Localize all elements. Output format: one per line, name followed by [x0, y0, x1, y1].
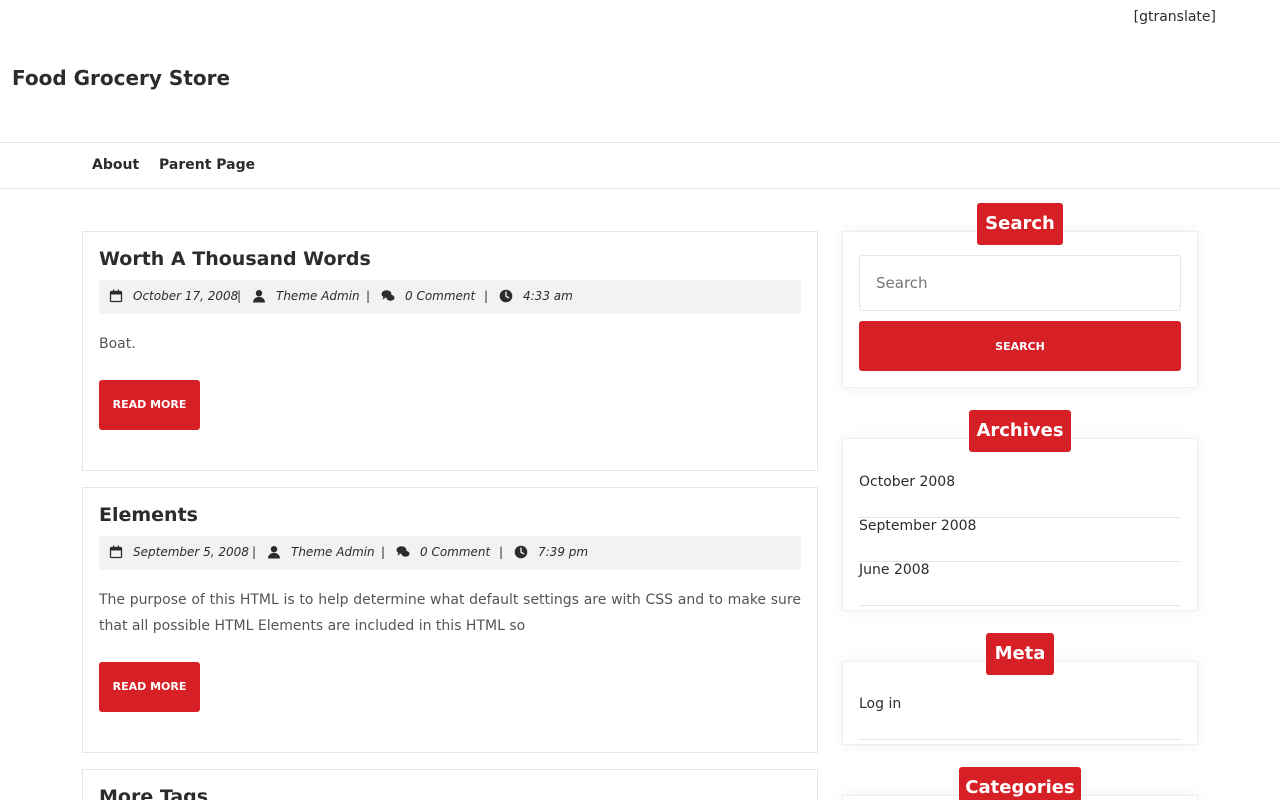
login-link[interactable]: Log in	[859, 696, 1181, 740]
archive-link-label: September 2008	[859, 518, 977, 534]
clock-icon	[499, 289, 513, 303]
main-navigation: About Parent Page	[0, 142, 1280, 189]
meta-separator: |	[381, 545, 386, 559]
nav-item-parent-page[interactable]: Parent Page	[159, 157, 255, 173]
post-comments-link[interactable]: 0 Comment	[396, 545, 490, 559]
archive-link-label: June 2008	[859, 562, 930, 578]
post-date-link[interactable]: October 17, 2008	[109, 289, 238, 303]
user-icon	[268, 546, 280, 559]
meta-separator: |	[366, 289, 371, 303]
post-title[interactable]: Worth A Thousand Words	[99, 248, 371, 270]
post-author-link[interactable]: Theme Admin	[267, 545, 375, 559]
comments-icon	[381, 290, 395, 301]
post-meta: September 5, 2008 | Theme Admin | 0 Comm…	[99, 536, 801, 570]
comments-icon	[396, 546, 410, 557]
post-date: October 17, 2008	[133, 289, 239, 303]
post-excerpt: Boat.	[99, 336, 136, 352]
post-card: More Tags	[82, 769, 818, 800]
search-input[interactable]	[859, 255, 1181, 311]
post-author: Theme Admin	[276, 289, 360, 303]
post-author: Theme Admin	[291, 545, 375, 559]
archive-link-label: October 2008	[859, 474, 956, 490]
meta-separator: |	[499, 545, 504, 559]
post-excerpt: The purpose of this HTML is to help dete…	[99, 592, 801, 634]
calendar-icon	[109, 289, 123, 303]
search-button[interactable]: SEARCH	[859, 321, 1181, 371]
post-comments: 0 Comment	[405, 289, 476, 303]
post-title[interactable]: More Tags	[99, 786, 208, 800]
post-comments: 0 Comment	[420, 545, 491, 559]
post-title[interactable]: Elements	[99, 504, 198, 526]
read-more-button[interactable]: READ MORE	[99, 380, 200, 430]
gtranslate-shortcode: [gtranslate]	[1133, 9, 1216, 25]
calendar-icon	[109, 545, 123, 559]
meta-separator: |	[252, 545, 257, 559]
post-meta: October 17, 2008 | Theme Admin | 0 Comme…	[99, 280, 801, 314]
widget-title-categories: Categories	[959, 767, 1081, 800]
widget-title-search: Search	[977, 203, 1063, 245]
post-date-link[interactable]: September 5, 2008	[109, 545, 249, 559]
post-time-link[interactable]: 7:39 pm	[514, 545, 588, 559]
post-card: Elements September 5, 2008 | Theme Admin…	[82, 487, 818, 753]
login-link-label: Log in	[859, 696, 902, 712]
top-bar: [gtranslate]	[0, 0, 1280, 40]
meta-separator: |	[237, 289, 242, 303]
read-more-button[interactable]: READ MORE	[99, 662, 200, 712]
archive-link[interactable]: October 2008	[859, 474, 1181, 518]
post-author-link[interactable]: Theme Admin	[252, 289, 360, 303]
nav-item-about[interactable]: About	[92, 157, 139, 173]
post-time-link[interactable]: 4:33 am	[499, 289, 573, 303]
user-icon	[253, 290, 265, 303]
site-title[interactable]: Food Grocery Store	[12, 66, 230, 90]
post-card: Worth A Thousand Words October 17, 2008 …	[82, 231, 818, 471]
widget-title-archives: Archives	[969, 410, 1071, 452]
post-time: 4:33 am	[523, 289, 573, 303]
archive-link[interactable]: September 2008	[859, 518, 1181, 562]
archive-link[interactable]: June 2008	[859, 562, 1181, 606]
post-comments-link[interactable]: 0 Comment	[381, 289, 475, 303]
post-time: 7:39 pm	[538, 545, 589, 559]
post-date: September 5, 2008	[133, 545, 249, 559]
meta-separator: |	[484, 289, 489, 303]
widget-title-meta: Meta	[986, 633, 1054, 675]
clock-icon	[514, 545, 528, 559]
